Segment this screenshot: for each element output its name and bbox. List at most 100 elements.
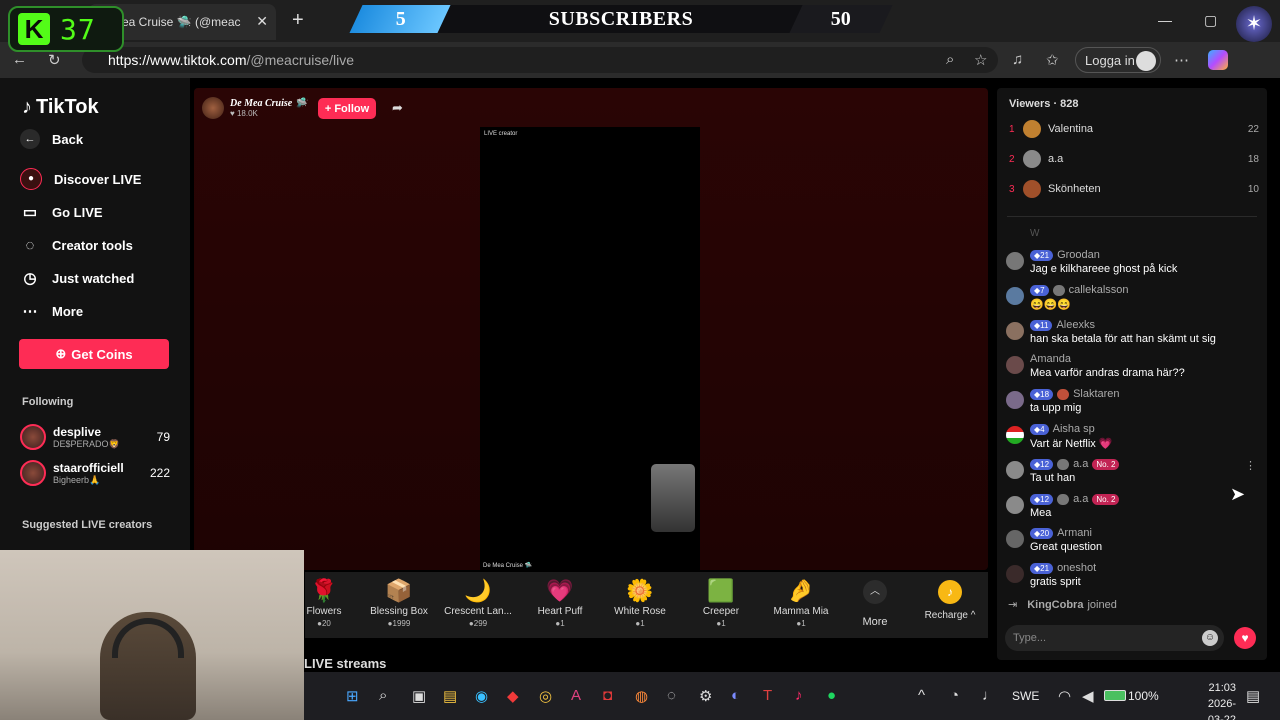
following-name: staarofficiell xyxy=(53,460,124,475)
chat-message[interactable]: ◆21 oneshot gratis sprit xyxy=(1006,561,1256,588)
chat-message[interactable]: ◆4 Aisha sp Vart är Netflix 💗 xyxy=(1006,422,1256,450)
notification-icon[interactable]: ▤ xyxy=(1246,687,1260,705)
like-heart-button[interactable]: ♥ xyxy=(1234,627,1256,649)
copilot-icon[interactable] xyxy=(1208,50,1228,70)
back-button[interactable]: ← Back xyxy=(20,126,190,152)
gift-mamma-mia[interactable]: 🤌 Mamma Mia ●1 xyxy=(763,576,839,628)
read-aloud-icon[interactable]: ♫ xyxy=(1012,51,1023,68)
more-options-icon[interactable]: ⋯ xyxy=(1174,51,1189,69)
sidebar-item-go-live[interactable]: ▭ Go LIVE xyxy=(20,199,190,225)
file-explorer-icon[interactable]: ▤ xyxy=(443,687,457,705)
app-tray-icon[interactable]: ◔ xyxy=(950,687,959,704)
back-label: Back xyxy=(52,131,84,147)
chevron-up-icon[interactable]: ^ xyxy=(918,687,925,704)
viewer-row[interactable]: 2 a.a 18 xyxy=(1009,148,1259,170)
chat-message[interactable]: ◆12 a.a No. 2 Mea xyxy=(1006,492,1256,519)
get-coins-button[interactable]: ⊕ Get Coins xyxy=(19,339,169,369)
sidebar-item-label: Just watched xyxy=(52,270,135,286)
recharge-button[interactable]: ♪ Recharge ^ xyxy=(922,580,978,621)
follow-button[interactable]: + Follow xyxy=(318,98,376,119)
chat-message[interactable]: ◆20 Armani Great question xyxy=(1006,526,1256,553)
battery-icon[interactable] xyxy=(1104,690,1126,701)
more-gifts-button[interactable]: ︿ More xyxy=(858,580,892,628)
app-icon[interactable]: ◘ xyxy=(603,687,612,704)
back-icon: ← xyxy=(20,129,40,149)
message-options-icon[interactable]: ⋮ xyxy=(1245,459,1256,472)
windows-start-icon[interactable]: ⊞ xyxy=(346,687,359,705)
close-tab-icon[interactable]: ✕ xyxy=(256,13,268,30)
chat-message[interactable]: ◆7 callekalsson 😄😄😄 xyxy=(1006,283,1256,311)
maximize-icon[interactable]: ▢ xyxy=(1204,12,1217,29)
chat-input[interactable]: Type... xyxy=(1005,625,1224,651)
chat-text: Mea xyxy=(1030,507,1052,519)
hand-icon: 🤌 xyxy=(787,578,815,603)
chat-text: ta upp mig xyxy=(1030,402,1082,414)
tiktok-logo[interactable]: ♪ TikTok xyxy=(22,96,99,119)
tiktok-icon[interactable]: ♪ xyxy=(795,687,803,704)
sidebar-item-creator-tools[interactable]: ◌ Creator tools xyxy=(20,232,190,258)
volume-icon[interactable]: ◀ xyxy=(1082,687,1094,705)
kick-logo-icon: K xyxy=(18,13,50,45)
avatar-icon xyxy=(1136,51,1156,71)
url-path: /@meacruise/live xyxy=(246,52,355,68)
viewer-score: 10 xyxy=(1247,183,1259,195)
sidebar-item-label: Go LIVE xyxy=(52,204,103,220)
language-indicator[interactable]: SWE xyxy=(1012,689,1039,703)
following-item[interactable]: desplive DE$PERADO🦁 79 xyxy=(20,420,170,454)
gift-name: Mamma Mia xyxy=(773,606,829,617)
join-icon: ⇥ xyxy=(1008,599,1018,611)
viewer-name: Skönheten xyxy=(1048,183,1101,195)
gift-crescent-lantern[interactable]: 🌙 Crescent Lan... ●299 xyxy=(440,576,516,628)
favorites-icon[interactable]: ✩ xyxy=(1046,51,1059,69)
steam-icon[interactable]: ⚙ xyxy=(699,687,712,705)
guest-video-thumbnail[interactable] xyxy=(651,464,695,532)
gift-blessing-box[interactable]: 📦 Blessing Box ●1999 xyxy=(361,576,437,628)
chat-message[interactable]: Amanda Mea varför andras drama här?? xyxy=(1006,352,1256,379)
discord-icon[interactable]: ◐ xyxy=(731,687,740,704)
url-field[interactable]: https://www.tiktok.com/@meacruise/live xyxy=(82,47,998,73)
gift-white-rose[interactable]: 🌼 White Rose ●1 xyxy=(602,576,678,628)
host-info[interactable]: De Mea Cruise 🛸 ♥ 18.0K xyxy=(202,96,307,120)
gift-heart-puff[interactable]: 💗 Heart Puff ●1 xyxy=(522,576,598,628)
task-view-icon[interactable]: ▣ xyxy=(412,687,426,705)
spotify-icon[interactable]: ● xyxy=(827,687,836,704)
login-button[interactable]: Logga in xyxy=(1075,47,1161,73)
app-icon[interactable]: A xyxy=(571,687,581,704)
minimize-icon[interactable]: — xyxy=(1158,12,1172,28)
sidebar-item-more[interactable]: ⋯ More xyxy=(20,298,190,324)
share-icon[interactable]: ➦ xyxy=(392,100,403,116)
gift-creeper[interactable]: 🟩 Creeper ●1 xyxy=(683,576,759,628)
avatar xyxy=(20,424,46,450)
app-icon[interactable]: ◌ xyxy=(667,687,676,704)
level-badge: ◆7 xyxy=(1030,284,1049,296)
back-arrow-icon[interactable]: ← xyxy=(12,51,27,68)
app-icon[interactable]: T xyxy=(763,687,772,704)
favorite-star-icon[interactable]: ☆ xyxy=(974,51,987,69)
wifi-icon[interactable]: ◠ xyxy=(1058,687,1071,705)
chrome-icon[interactable]: ◎ xyxy=(539,687,552,705)
app-icon[interactable]: ◆ xyxy=(507,687,519,705)
edge-browser-icon[interactable]: ◉ xyxy=(475,687,488,705)
logo-text: TikTok xyxy=(36,96,99,118)
new-tab-icon[interactable]: + xyxy=(292,9,304,32)
app-icon[interactable]: ◍ xyxy=(635,687,648,705)
chat-message[interactable]: ◆18 Slaktaren ta upp mig xyxy=(1006,387,1256,414)
viewer-row[interactable]: 1 Valentina 22 xyxy=(1009,118,1259,140)
refresh-icon[interactable]: ↻ xyxy=(48,51,61,69)
search-icon[interactable]: ⌕ xyxy=(379,687,387,704)
following-item[interactable]: staarofficiell Bigheerb🙏 222 xyxy=(20,456,170,490)
emoji-icon[interactable]: ☺ xyxy=(1202,630,1218,646)
chat-text: Mea varför andras drama här?? xyxy=(1030,367,1185,379)
system-clock[interactable]: 21:03 2026-03-22 xyxy=(1196,680,1236,720)
chat-message[interactable]: ◆21 Groodan Jag e kilkhareee ghost på kick xyxy=(1006,248,1256,275)
microphone-icon[interactable]: ♩ xyxy=(982,687,997,704)
battery-percent: 100% xyxy=(1128,689,1159,703)
joined-username: KingCobra xyxy=(1027,599,1084,611)
chat-message[interactable]: ◆12 a.a No. 2 Ta ut han xyxy=(1006,457,1256,484)
viewer-rank: 2 xyxy=(1009,153,1015,165)
sidebar-item-discover-live[interactable]: ● Discover LIVE xyxy=(20,166,190,192)
sidebar-item-just-watched[interactable]: ◷ Just watched xyxy=(20,265,190,291)
chat-message[interactable]: ◆11 Aleexks han ska betala för att han skä… xyxy=(1006,318,1256,345)
viewer-row[interactable]: 3 Skönheten 10 xyxy=(1009,178,1259,200)
zoom-icon[interactable]: ⌕ xyxy=(946,51,954,68)
